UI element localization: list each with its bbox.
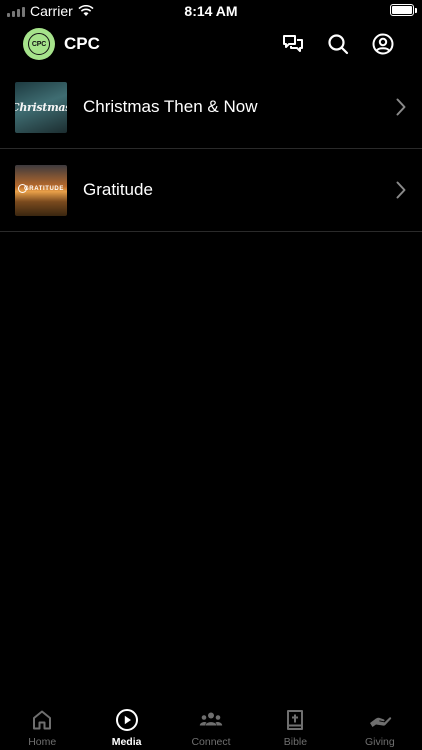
tab-giving-label: Giving <box>364 736 395 748</box>
status-time: 8:14 AM <box>184 3 238 19</box>
series-thumbnail: GRATITUDE <box>15 165 67 216</box>
list-item[interactable]: GRATITUDE Gratitude <box>0 149 422 232</box>
app-logo[interactable]: CPC <box>23 28 55 60</box>
logo-text: CPC <box>28 33 50 55</box>
tab-bible[interactable]: Bible <box>253 700 337 750</box>
media-list: Christmas Christmas Then & Now GRATITUDE… <box>0 66 422 232</box>
tab-connect-label: Connect <box>191 736 231 748</box>
chevron-right-icon <box>396 181 406 199</box>
app-header: CPC CPC <box>0 22 422 66</box>
list-item-label: Christmas Then & Now <box>83 97 258 116</box>
app-title: CPC <box>64 34 100 53</box>
bible-icon <box>283 708 307 732</box>
home-icon <box>30 708 54 732</box>
account-icon[interactable] <box>371 32 395 56</box>
tab-home[interactable]: Home <box>0 700 84 750</box>
tab-bible-label: Bible <box>283 736 308 748</box>
search-icon[interactable] <box>326 32 350 56</box>
tab-media-label: Media <box>111 736 142 748</box>
list-item[interactable]: Christmas Christmas Then & Now <box>0 66 422 149</box>
tab-bar: Home Media Connect Bible Giving <box>0 700 422 750</box>
status-bar: Carrier 8:14 AM <box>0 0 422 22</box>
giving-icon <box>368 708 392 732</box>
people-icon <box>199 708 223 732</box>
thumbnail-text: GRATITUDE <box>24 186 64 192</box>
tab-connect[interactable]: Connect <box>169 700 253 750</box>
tab-media[interactable]: Media <box>84 700 168 750</box>
thumbnail-text: Christmas <box>15 101 67 114</box>
play-icon <box>115 708 139 732</box>
tab-giving[interactable]: Giving <box>338 700 422 750</box>
chevron-right-icon <box>396 98 406 116</box>
battery-icon <box>390 4 417 16</box>
series-thumbnail: Christmas <box>15 82 67 133</box>
chat-icon[interactable] <box>281 32 305 56</box>
tab-home-label: Home <box>28 736 57 748</box>
list-item-label: Gratitude <box>83 180 153 199</box>
